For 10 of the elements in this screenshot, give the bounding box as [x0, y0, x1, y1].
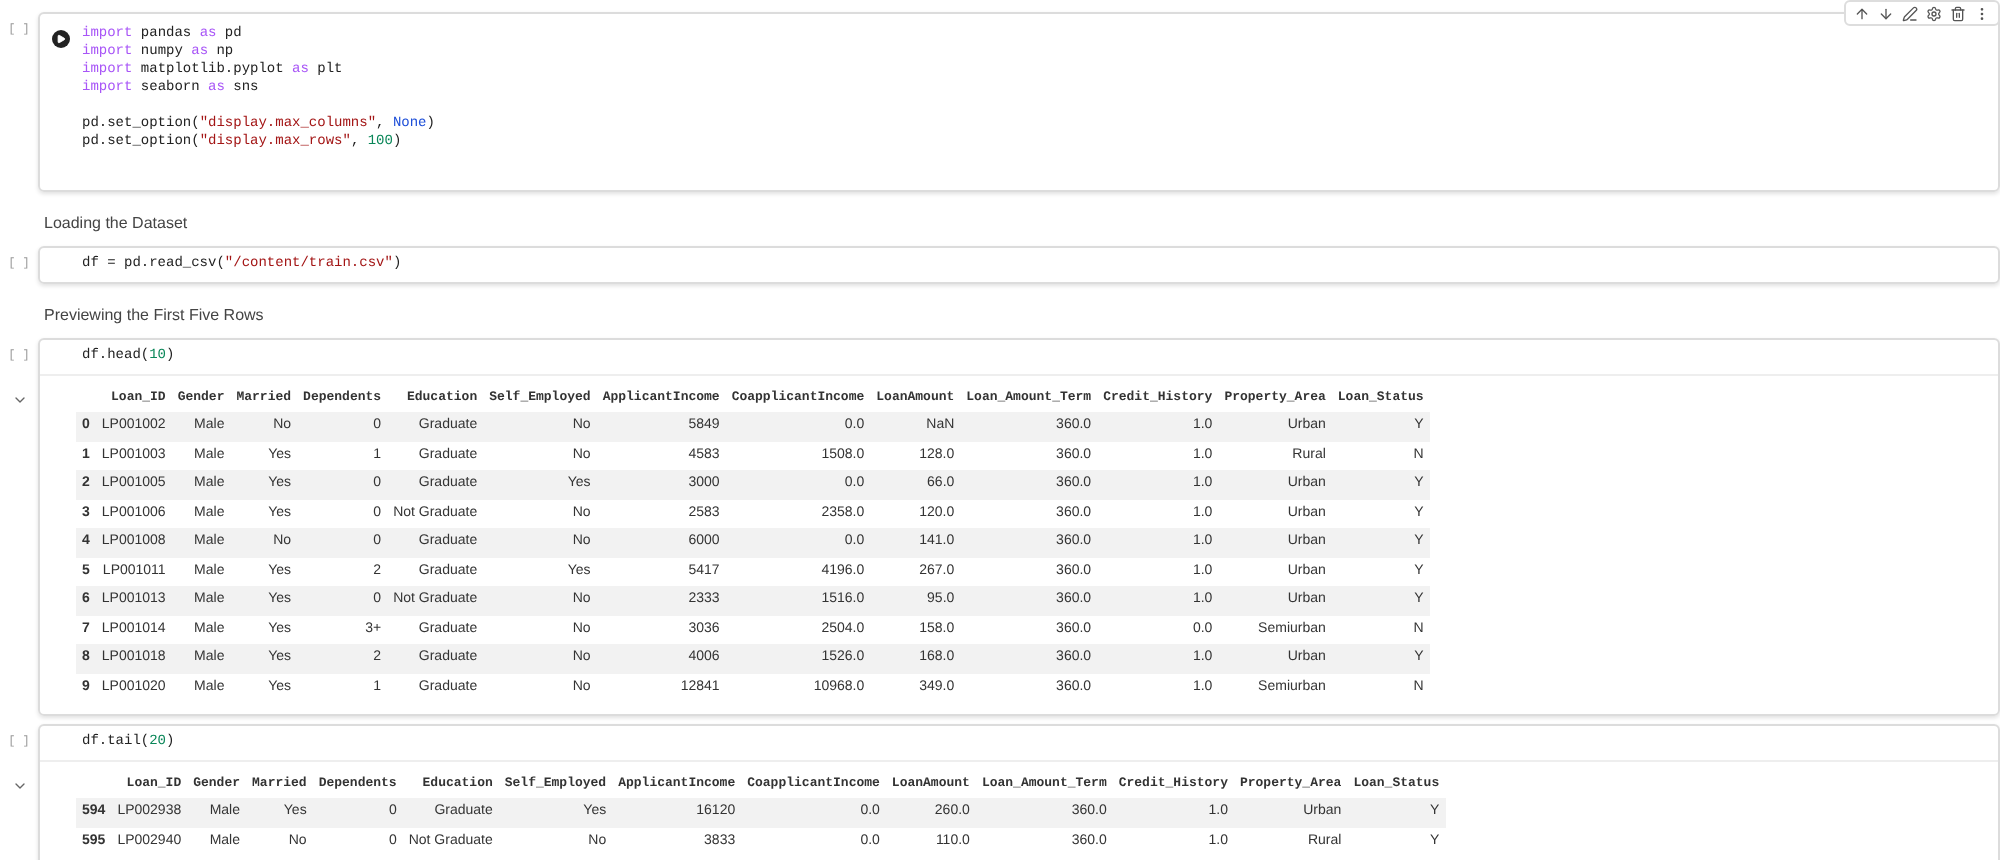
- run-button[interactable]: [52, 30, 70, 48]
- collapse-output-icon[interactable]: [11, 778, 27, 794]
- settings-icon[interactable]: [1926, 5, 1942, 21]
- text-cell: Loading the Dataset: [44, 214, 188, 232]
- text-cell: Previewing the First Five Rows: [44, 306, 264, 324]
- pen-icon[interactable]: [1902, 5, 1918, 21]
- arrow-down-icon[interactable]: [1878, 5, 1894, 21]
- collapse-output-icon[interactable]: [11, 392, 27, 408]
- arrow-up-icon[interactable]: [1854, 5, 1870, 21]
- trash-icon[interactable]: [1950, 5, 1966, 21]
